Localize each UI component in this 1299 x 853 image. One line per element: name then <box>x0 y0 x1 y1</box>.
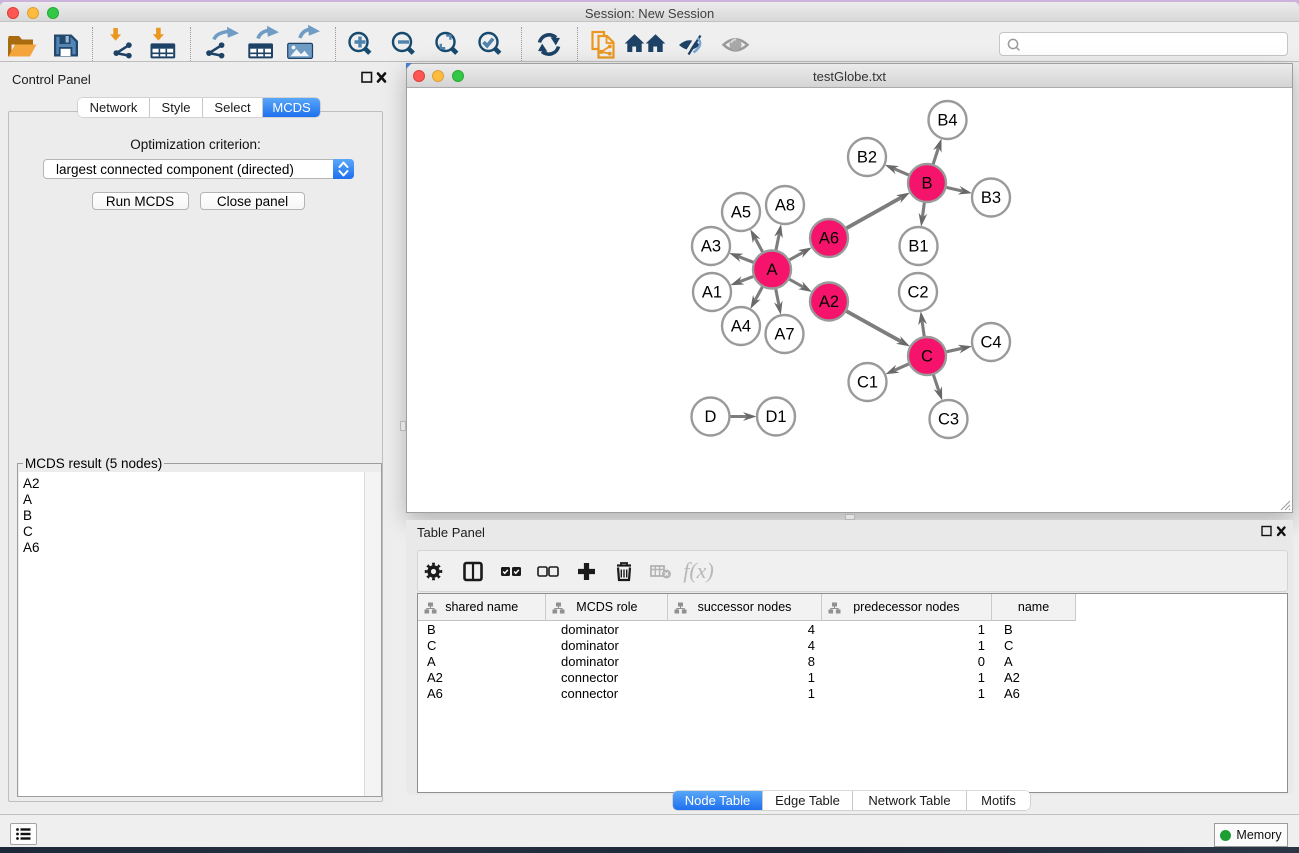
svg-text:A2: A2 <box>819 293 839 311</box>
svg-text:A6: A6 <box>819 230 839 248</box>
svg-text:B3: B3 <box>981 189 1001 207</box>
svg-text:C1: C1 <box>857 374 878 392</box>
svg-text:B4: B4 <box>937 112 957 130</box>
svg-text:D: D <box>705 408 717 426</box>
svg-text:A4: A4 <box>731 318 751 336</box>
svg-text:A: A <box>766 261 777 279</box>
svg-text:C4: C4 <box>980 334 1001 352</box>
svg-text:A7: A7 <box>774 326 794 344</box>
svg-text:f(x): f(x) <box>683 558 714 583</box>
svg-text:B1: B1 <box>908 238 928 256</box>
svg-text:A1: A1 <box>702 284 722 302</box>
svg-text:D1: D1 <box>765 408 786 426</box>
svg-text:C3: C3 <box>938 411 959 429</box>
svg-text:C: C <box>921 348 933 366</box>
svg-text:B: B <box>921 175 932 193</box>
svg-text:C2: C2 <box>907 284 928 302</box>
svg-text:A5: A5 <box>731 204 751 222</box>
svg-text:A8: A8 <box>775 197 795 215</box>
svg-text:A3: A3 <box>701 238 721 256</box>
svg-text:B2: B2 <box>857 149 877 167</box>
